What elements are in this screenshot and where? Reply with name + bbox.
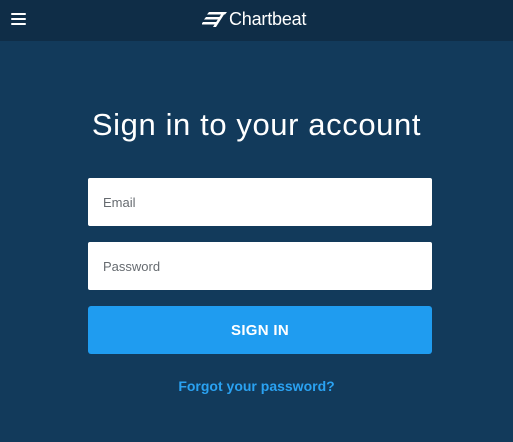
email-field[interactable] bbox=[88, 178, 432, 226]
forgot-password-link[interactable]: Forgot your password? bbox=[0, 376, 513, 396]
page-title: Sign in to your account bbox=[91, 107, 422, 142]
top-bar: Chartbeat bbox=[0, 0, 513, 41]
hamburger-menu-icon[interactable] bbox=[10, 11, 28, 27]
chartbeat-logo-mark-icon bbox=[202, 12, 227, 27]
chartbeat-logo[interactable]: Chartbeat bbox=[202, 8, 306, 30]
sign-in-button[interactable]: SIGN IN bbox=[88, 306, 432, 354]
password-field[interactable] bbox=[88, 242, 432, 290]
logo-text: Chartbeat bbox=[229, 9, 307, 29]
